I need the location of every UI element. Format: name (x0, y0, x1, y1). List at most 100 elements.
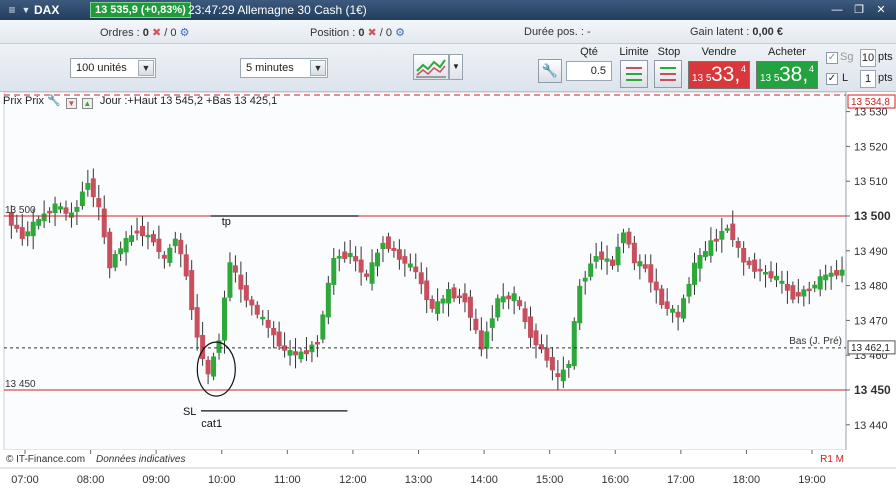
chevron-down-icon[interactable]: ▼ (18, 2, 34, 18)
bearish-candle (478, 330, 484, 350)
bullish-candle (369, 262, 375, 284)
bearish-candle (533, 330, 539, 346)
bearish-candle (790, 285, 796, 300)
bearish-candle (834, 270, 840, 276)
sell-arrow-icon[interactable]: ▼ (65, 98, 77, 109)
bearish-candle (96, 198, 102, 208)
bullish-candle (582, 277, 588, 282)
bullish-candle (719, 230, 725, 240)
bullish-candle (172, 238, 178, 247)
level-500-label: 13 500 (5, 205, 36, 216)
bearish-candle (391, 247, 397, 251)
buy-label: Acheter (768, 46, 806, 58)
bullish-candle (41, 213, 47, 222)
bullish-candle (839, 269, 845, 276)
cancel-orders-icon[interactable]: ✖ (152, 27, 161, 39)
restore-icon[interactable]: ❐ (852, 3, 866, 17)
bullish-candle (435, 301, 441, 314)
sell-button[interactable]: 13 5 33, 4 (688, 61, 750, 89)
bearish-candle (730, 223, 736, 241)
minimize-icon[interactable]: — (830, 3, 844, 17)
bearish-candle (189, 270, 195, 311)
bullish-candle (123, 237, 129, 253)
x-tick-label: 13:00 (405, 474, 433, 486)
corner-label: R1 M (820, 454, 844, 465)
bullish-candle (801, 289, 807, 297)
limit-order-button[interactable] (620, 60, 648, 88)
x-tick-label: 14:00 (470, 474, 498, 486)
symbol-label[interactable]: DAX (34, 3, 59, 17)
buy-button[interactable]: 13 5 38, 4 (756, 61, 818, 89)
quantity-input[interactable]: 0.5 (566, 61, 612, 81)
chart-type-button[interactable] (413, 54, 449, 80)
chevron-down-icon[interactable]: ▼ (310, 60, 326, 76)
trading-window: ≡ ▼ DAX 13 535,9 (+0,83%) 23:47:29 Allem… (0, 0, 896, 489)
bullish-candle (484, 331, 490, 349)
sell-price-fraction: 4 (740, 64, 746, 74)
limit-checkbox[interactable]: ✓ (826, 73, 838, 85)
chart-instrument-label: Prix Prix (3, 95, 44, 107)
close-icon[interactable]: ✕ (874, 3, 888, 17)
price-change-badge: 13 535,9 (+0,83%) (90, 2, 191, 18)
bearish-candle (429, 298, 435, 309)
bullish-candle (36, 218, 42, 226)
bullish-candle (331, 258, 337, 285)
bearish-candle (549, 357, 555, 371)
x-tick-label: 09:00 (142, 474, 170, 486)
bearish-candle (303, 350, 309, 355)
units-select[interactable]: 100 unités ▼ (70, 58, 156, 78)
bullish-candle (298, 351, 304, 360)
close-position-icon[interactable]: ✖ (368, 27, 377, 39)
bearish-candle (314, 341, 320, 345)
wrench-icon[interactable]: 🔧 (538, 59, 562, 83)
bearish-candle (456, 295, 462, 299)
bearish-candle (784, 283, 790, 291)
bearish-candle (746, 260, 752, 266)
bearish-candle (768, 271, 774, 279)
sg-points-input[interactable]: 10 (860, 49, 876, 67)
y-tick-label: 13 470 (854, 315, 888, 327)
bullish-candle (604, 258, 610, 262)
stop-order-button[interactable] (654, 60, 682, 88)
bullish-candle (440, 298, 446, 304)
sell-label: Vendre (701, 46, 737, 58)
bearish-candle (642, 264, 648, 269)
stop-guarantee-checkbox[interactable]: ✓ (826, 52, 838, 64)
source-label: © IT-Finance.com (6, 454, 85, 465)
bullish-candle (560, 369, 566, 382)
gain-value: 0,00 € (752, 26, 783, 38)
l-points-input[interactable]: 1 (860, 70, 876, 88)
bearish-candle (254, 304, 260, 315)
interval-select[interactable]: 5 minutes ▼ (240, 58, 328, 78)
bearish-candle (265, 319, 271, 328)
trade-panel: 🔧 Qté 0.5 Limite Stop Vendre 13 5 33, 4 … (530, 46, 896, 92)
unrealized-gain: Gain latent : 0,00 € (690, 26, 783, 38)
bullish-candle (773, 275, 779, 281)
gear-icon[interactable]: ⚙ (395, 27, 405, 39)
bullish-candle (309, 344, 315, 353)
buy-arrow-icon[interactable]: ▲ (81, 98, 93, 109)
gear-icon[interactable]: ⚙ (180, 27, 190, 39)
qty-label: Qté (580, 46, 598, 58)
chart-type-dropdown[interactable]: ▼ (449, 54, 463, 80)
chart-type-icon (416, 59, 446, 78)
bullish-candle (828, 272, 834, 277)
x-tick-label: 10:00 (208, 474, 236, 486)
bearish-candle (249, 299, 255, 306)
bearish-candle (194, 307, 200, 338)
bullish-candle (129, 235, 135, 243)
bearish-candle (757, 268, 763, 272)
bullish-candle (817, 276, 823, 290)
bearish-candle (396, 249, 402, 260)
buy-price-fraction: 4 (808, 64, 814, 74)
x-tick-label: 16:00 (601, 474, 629, 486)
orders-value: 0 (142, 27, 149, 39)
wrench-icon[interactable]: 🔧 (47, 95, 61, 107)
bearish-candle (418, 272, 424, 285)
chart-header: Prix Prix 🔧 ▼ ▲ Jour :+Haut 13 545,2 +Ba… (3, 94, 277, 109)
price-chart[interactable]: Prix Prix 🔧 ▼ ▲ Jour :+Haut 13 545,2 +Ba… (0, 91, 896, 489)
chevron-down-icon[interactable]: ▼ (138, 60, 154, 76)
bearish-candle (648, 264, 654, 283)
bullish-candle (336, 256, 342, 259)
bearish-candle (424, 280, 430, 300)
